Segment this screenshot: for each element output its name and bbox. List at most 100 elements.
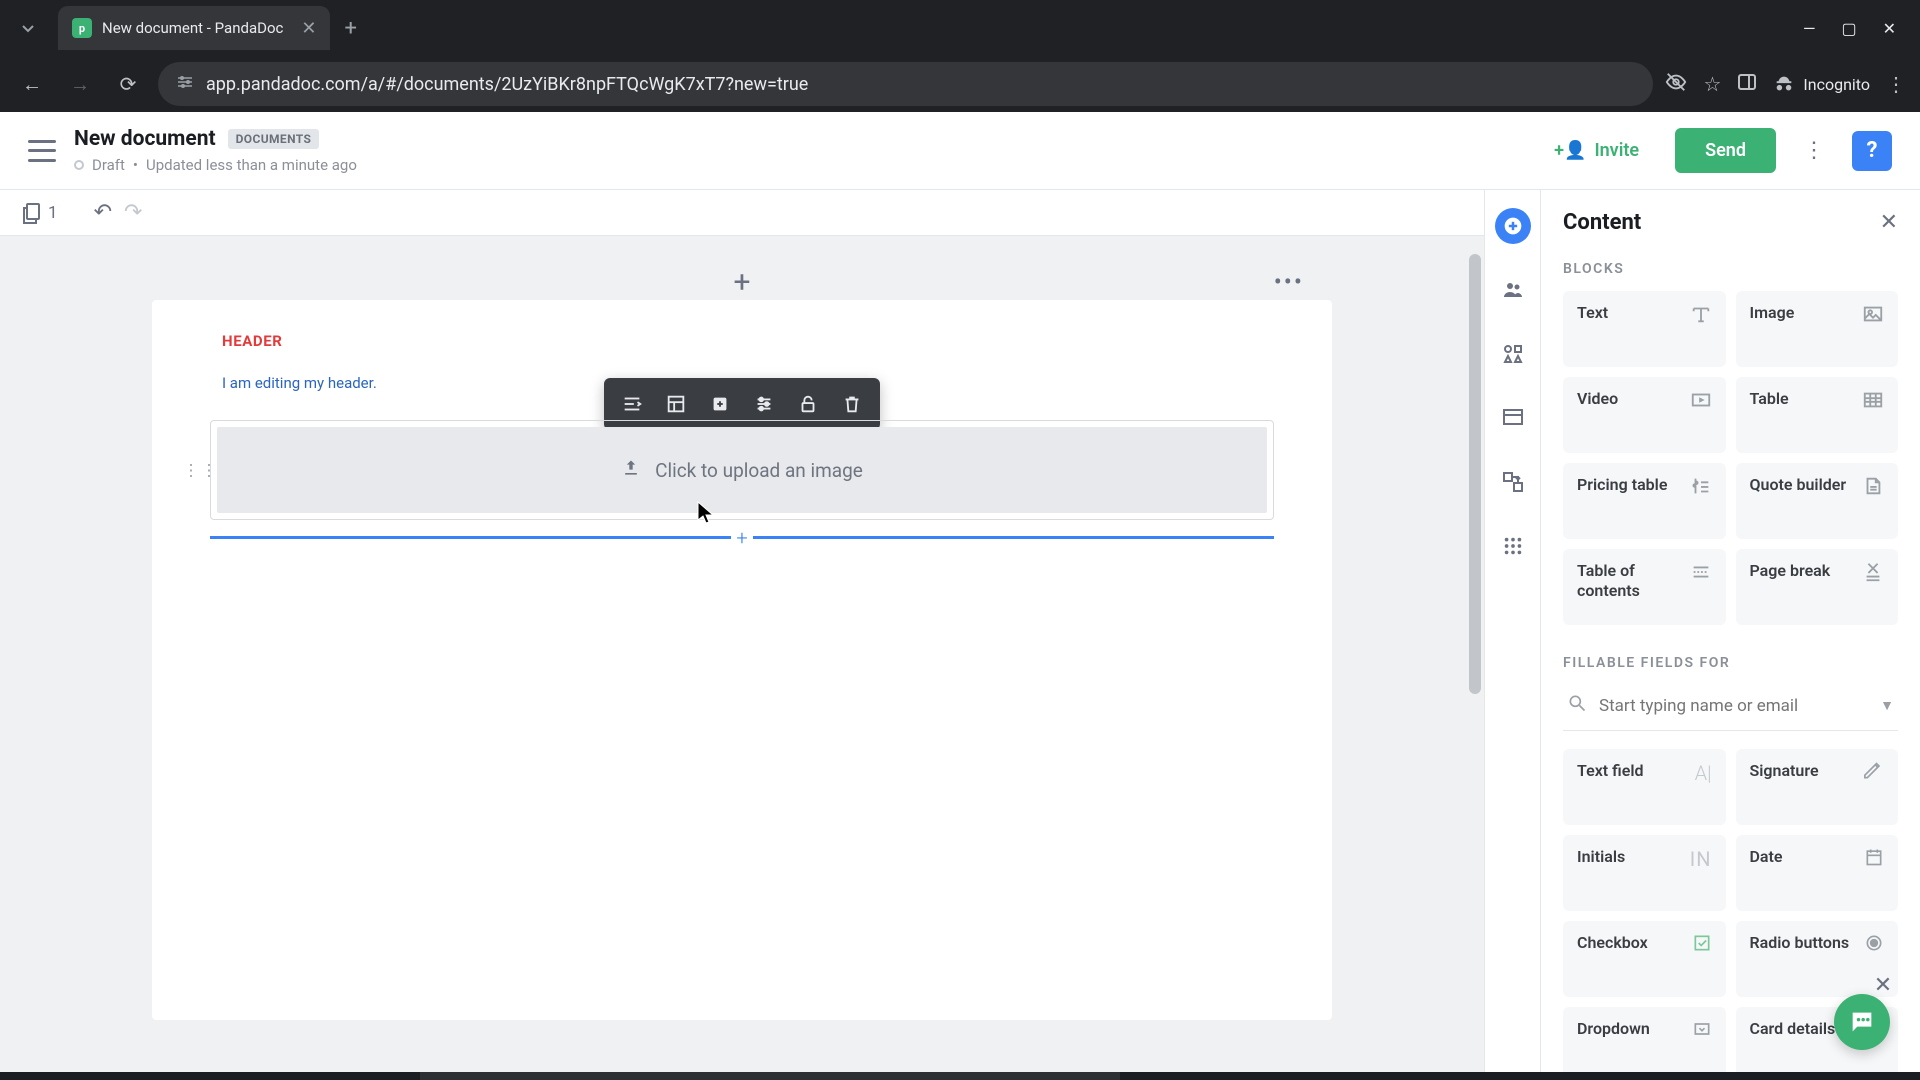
undo-button[interactable]: ↶ (94, 200, 112, 225)
rail-recipients-button[interactable] (1495, 272, 1531, 308)
document-updated: Updated less than a minute ago (146, 156, 357, 174)
window-maximize-button[interactable]: ▢ (1841, 19, 1856, 38)
incognito-indicator[interactable]: Incognito (1773, 73, 1870, 95)
block-video[interactable]: Video (1563, 377, 1726, 453)
block-quote-builder[interactable]: Quote builder (1736, 463, 1899, 539)
add-page-button[interactable]: + (733, 265, 750, 300)
site-settings-icon[interactable] (176, 73, 194, 96)
document-status: Draft (92, 156, 125, 174)
recipient-search-input[interactable] (1599, 696, 1868, 716)
rail-workflow-button[interactable] (1495, 464, 1531, 500)
invite-button[interactable]: +👤 Invite (1536, 130, 1657, 171)
rail-variables-button[interactable] (1495, 336, 1531, 372)
browser-tab[interactable]: p New document - PandaDoc ✕ (58, 6, 330, 50)
bookmark-icon[interactable]: ☆ (1703, 72, 1721, 96)
page-count: 1 (48, 203, 58, 223)
field-checkbox[interactable]: Checkbox (1563, 921, 1726, 997)
block-delete-button[interactable] (830, 384, 874, 424)
panel-close-button[interactable]: ✕ (1880, 210, 1898, 235)
block-lock-button[interactable] (786, 384, 830, 424)
nav-reload-button[interactable]: ⟳ (110, 66, 146, 102)
canvas[interactable]: + ••• HEADER I am editing my header. ⋮⋮ (0, 236, 1484, 1080)
header-more-button[interactable]: ⋮ (1794, 131, 1834, 171)
scrollbar[interactable] (1469, 254, 1481, 694)
recipient-dropdown-icon[interactable]: ▼ (1880, 697, 1894, 714)
search-icon (1567, 693, 1587, 718)
rail-apps-button[interactable] (1495, 528, 1531, 564)
block-text[interactable]: Text (1563, 291, 1726, 367)
table-icon (1862, 389, 1884, 416)
editor-toolbar: 1 ↶ ↷ (0, 190, 1484, 236)
tracking-icon[interactable] (1665, 71, 1687, 98)
document-page[interactable]: HEADER I am editing my header. ⋮⋮ (152, 300, 1332, 1020)
page-count-button[interactable]: 1 (22, 202, 58, 224)
menu-button[interactable] (28, 140, 56, 162)
rail-content-button[interactable] (1495, 208, 1531, 244)
side-panel-icon[interactable] (1737, 72, 1757, 97)
pricing-icon (1690, 475, 1712, 502)
browser-address-bar: ← → ⟳ app.pandadoc.com/a/#/documents/2Uz… (0, 56, 1920, 112)
insert-plus-icon[interactable]: + (731, 527, 753, 549)
field-initials[interactable]: InitialsIN (1563, 835, 1726, 911)
text-icon (1690, 303, 1712, 330)
block-pricing-table[interactable]: Pricing table (1563, 463, 1726, 539)
blocks-section-label: BLOCKS (1563, 261, 1898, 277)
tab-close-button[interactable]: ✕ (301, 18, 316, 39)
block-page-break[interactable]: Page break (1736, 549, 1899, 625)
page-more-button[interactable]: ••• (1274, 268, 1304, 296)
upload-icon (621, 458, 641, 483)
app-header: New document DOCUMENTS Draft • Updated l… (0, 112, 1920, 190)
upload-prompt: Click to upload an image (655, 459, 863, 482)
block-table-of-contents[interactable]: Table of contents (1563, 549, 1726, 625)
insert-indicator[interactable]: + (210, 536, 1274, 539)
new-tab-button[interactable]: + (344, 16, 356, 41)
incognito-icon (1773, 73, 1795, 95)
os-taskbar-hint (0, 1072, 1920, 1080)
window-minimize-button[interactable]: ― (1803, 19, 1816, 38)
redo-button[interactable]: ↷ (124, 200, 142, 225)
block-align-button[interactable] (610, 384, 654, 424)
nav-back-button[interactable]: ← (14, 66, 50, 102)
url-field[interactable]: app.pandadoc.com/a/#/documents/2UzYiBKr8… (158, 62, 1653, 106)
help-button[interactable]: ? (1852, 131, 1892, 171)
block-image[interactable]: Image (1736, 291, 1899, 367)
video-icon (1690, 389, 1712, 416)
field-dropdown[interactable]: Dropdown (1563, 1007, 1726, 1080)
document-title[interactable]: New document (74, 127, 216, 151)
recipient-search[interactable]: ▼ (1563, 685, 1898, 731)
field-signature[interactable]: Signature (1736, 749, 1899, 825)
invite-label: Invite (1594, 140, 1639, 161)
invite-icon: +👤 (1554, 140, 1586, 161)
document-type-chip: DOCUMENTS (228, 129, 320, 149)
incognito-label: Incognito (1803, 75, 1870, 94)
window-close-button[interactable]: ✕ (1883, 19, 1896, 38)
browser-tab-strip: p New document - PandaDoc ✕ + ― ▢ ✕ (0, 0, 1920, 56)
field-date[interactable]: Date (1736, 835, 1899, 911)
quote-icon (1862, 475, 1884, 502)
tab-search-button[interactable] (8, 8, 48, 48)
chat-icon (1848, 1008, 1876, 1036)
field-text[interactable]: Text fieldA| (1563, 749, 1726, 825)
panel-title: Content (1563, 210, 1641, 235)
chat-dismiss-button[interactable]: ✕ (1870, 972, 1896, 998)
editor-area: 1 ↶ ↷ + ••• HEADER (0, 190, 1484, 1080)
url-text: app.pandadoc.com/a/#/documents/2UzYiBKr8… (206, 74, 808, 95)
header-block-label: HEADER (152, 332, 1332, 350)
image-upload-zone[interactable]: Click to upload an image (217, 427, 1267, 513)
image-block[interactable]: ⋮⋮ Click to upload an image (210, 420, 1274, 520)
drag-handle-icon[interactable]: ⋮⋮ (183, 461, 219, 480)
block-settings-button[interactable] (742, 384, 786, 424)
rail-layout-button[interactable] (1495, 400, 1531, 436)
content-panel: Content ✕ BLOCKS Text Image Video Table … (1540, 190, 1920, 1080)
toc-icon (1690, 561, 1712, 588)
send-button[interactable]: Send (1675, 128, 1776, 173)
fields-section-label: FILLABLE FIELDS FOR (1563, 655, 1898, 671)
nav-forward-button[interactable]: → (62, 66, 98, 102)
right-rail (1484, 190, 1540, 1080)
browser-menu-button[interactable]: ⋮ (1886, 72, 1906, 96)
tab-title: New document - PandaDoc (102, 19, 283, 37)
block-properties-button[interactable] (654, 384, 698, 424)
block-duplicate-button[interactable] (698, 384, 742, 424)
block-table[interactable]: Table (1736, 377, 1899, 453)
chat-button[interactable] (1834, 994, 1890, 1050)
